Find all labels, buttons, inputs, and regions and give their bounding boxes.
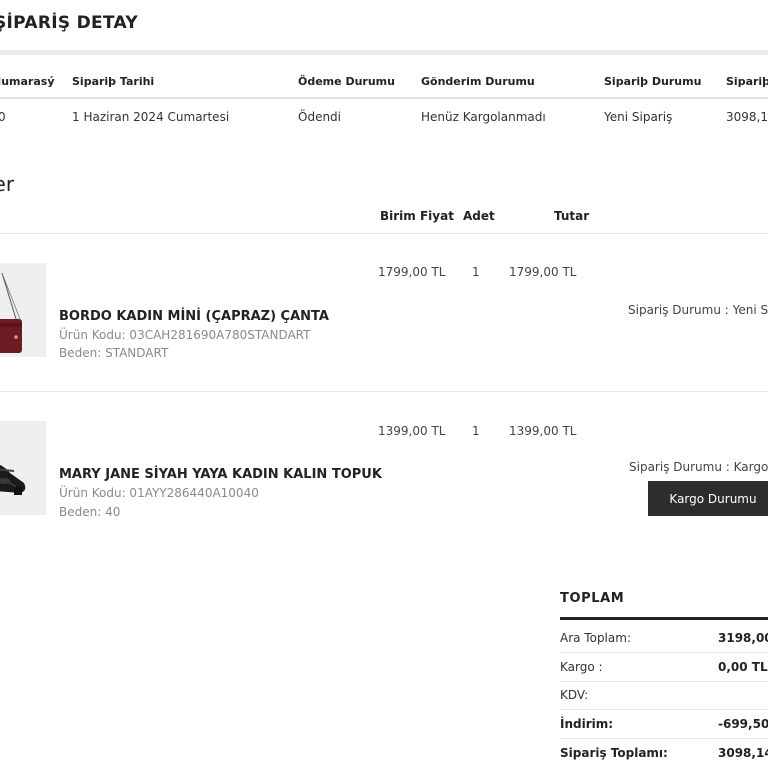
- shipping-status-button[interactable]: Kargo Durumu: [648, 481, 768, 516]
- column-total: Tutar: [554, 209, 590, 223]
- header-shipping-status: Gönderim Durumu: [421, 75, 535, 88]
- product-name[interactable]: BORDO KADIN MİNİ (ÇAPRAZ) ÇANTA: [59, 309, 329, 324]
- summary-row-divider: [560, 652, 768, 653]
- order-total-summary-value: 3098,14: [718, 746, 768, 760]
- discount-label: İndirim:: [560, 717, 614, 731]
- shipping-status-value: Henüz Kargolanmadı: [421, 110, 546, 124]
- product-size: Beden: 40: [59, 505, 121, 519]
- summary-title: TOPLAM: [560, 591, 625, 606]
- shoe-icon: [0, 464, 26, 495]
- summary-row-divider: [560, 681, 768, 682]
- discount-value: -699,50 T: [718, 717, 768, 731]
- summary-divider: [560, 617, 768, 620]
- page-title: ŞİPARİŞ DETAY: [0, 13, 138, 33]
- product-total: 1799,00 TL: [509, 265, 577, 279]
- summary-row-divider: [560, 738, 768, 739]
- product-quantity: 1: [472, 424, 480, 438]
- product-order-status: Sipariş Durumu : Kargola: [629, 460, 768, 474]
- product-thumbnail[interactable]: [0, 421, 46, 515]
- shipping-label: Kargo :: [560, 660, 603, 674]
- order-total-label: Sipariş Toplamı:: [560, 746, 668, 760]
- order-number-value: 0: [0, 110, 6, 124]
- product-total: 1399,00 TL: [509, 424, 577, 438]
- bag-icon: [0, 272, 22, 353]
- shipping-value: 0,00 TL: [718, 660, 768, 674]
- product-code: Ürün Kodu: 03CAH281690A780STANDART: [59, 328, 311, 342]
- payment-status-value: Ödendi: [298, 110, 342, 124]
- product-name[interactable]: MARY JANE SİYAH YAYA KADIN KALIN TOPUK: [59, 467, 382, 482]
- header-payment-status: Ödeme Durumu: [298, 75, 395, 88]
- header-order-total: Sipariþ T: [726, 75, 768, 88]
- summary-row-divider: [560, 709, 768, 710]
- order-total-value: 3098,14: [726, 110, 768, 124]
- order-status-value: Yeni Sipariş: [604, 110, 673, 124]
- product-thumbnail[interactable]: [0, 263, 46, 357]
- table-header-divider: [0, 97, 768, 99]
- product-unit-price: 1799,00 TL: [378, 265, 446, 279]
- header-order-date: Sipariþ Tarihi: [72, 75, 155, 88]
- column-quantity: Adet: [463, 209, 495, 223]
- title-divider: [0, 50, 768, 55]
- header-order-number: Numarasý: [0, 75, 55, 88]
- product-order-status: Sipariş Durumu : Yeni Sip: [628, 303, 768, 317]
- product-code: Ürün Kodu: 01AYY286440A10040: [59, 486, 259, 500]
- header-order-status: Sipariþ Durumu: [604, 75, 702, 88]
- product-size: Beden: STANDART: [59, 346, 169, 360]
- subtotal-value: 3198,00: [718, 631, 768, 645]
- column-unit-price: Birim Fiyat: [380, 209, 454, 223]
- product-divider: [0, 391, 768, 392]
- order-date-value: 1 Haziran 2024 Cumartesi: [72, 110, 230, 124]
- product-quantity: 1: [472, 265, 480, 279]
- products-header-divider: [0, 233, 768, 234]
- product-unit-price: 1399,00 TL: [378, 424, 446, 438]
- products-section-title: ler: [0, 172, 15, 196]
- vat-label: KDV:: [560, 688, 589, 702]
- subtotal-label: Ara Toplam:: [560, 631, 631, 645]
